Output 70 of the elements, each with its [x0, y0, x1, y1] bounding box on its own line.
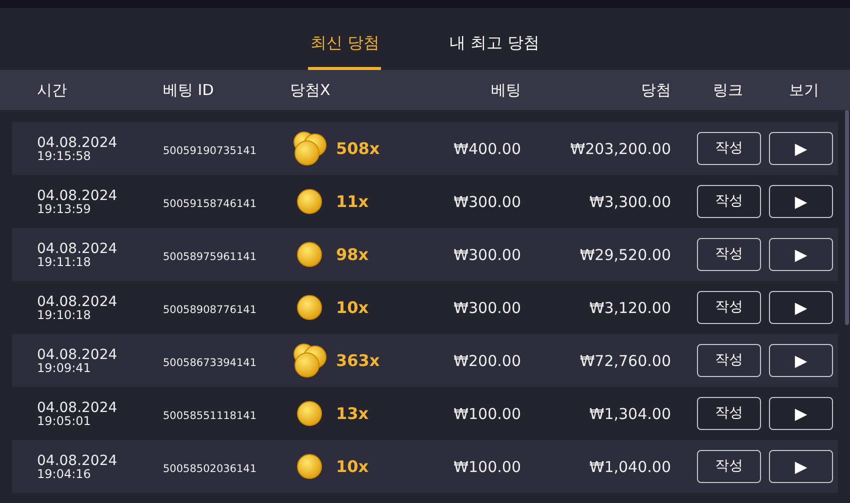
coin-icon: [296, 453, 322, 480]
write-link-button[interactable]: 작성: [697, 397, 761, 430]
multiplier: 98x: [336, 244, 369, 266]
bet-amount: ₩100.00: [454, 458, 521, 476]
date-text: 04.08.2024: [37, 294, 118, 308]
multiplier: 10x: [336, 296, 369, 318]
bet-id: 50058908776141: [163, 304, 257, 316]
bet-amount: ₩300.00: [454, 192, 521, 210]
win-amount: ₩203,200.00: [570, 140, 671, 158]
column-header: 시간: [37, 80, 67, 99]
win-amount: ₩1,304.00: [589, 404, 671, 422]
multiplier: 11x: [336, 190, 369, 212]
play-button[interactable]: ▶: [769, 185, 833, 218]
coin-icon: [296, 294, 322, 321]
bet-id: 50059190735141: [163, 144, 257, 156]
bet-amount: ₩300.00: [454, 298, 521, 316]
time-text: 19:11:18: [37, 256, 92, 268]
date-text: 04.08.2024: [37, 136, 118, 150]
time-text: 19:05:01: [37, 414, 92, 426]
column-header: 보기: [789, 80, 819, 99]
multiplier: 10x: [336, 456, 369, 478]
time-text: 19:09:41: [37, 362, 92, 374]
scrollbar[interactable]: [845, 110, 849, 325]
play-button[interactable]: ▶: [769, 450, 833, 483]
date-text: 04.08.2024: [37, 242, 118, 256]
column-header: 당첨X: [290, 80, 330, 99]
coin-icon: [296, 188, 322, 215]
write-link-button[interactable]: 작성: [697, 291, 761, 324]
column-header: 베팅: [491, 80, 521, 99]
bet-amount: ₩400.00: [454, 140, 521, 158]
coin-icon: [296, 400, 322, 427]
column-header: 베팅 ID: [163, 80, 214, 99]
bet-amount: ₩300.00: [454, 246, 521, 264]
time-text: 19:13:59: [37, 202, 92, 214]
write-link-button[interactable]: 작성: [697, 238, 761, 271]
bet-amount: ₩200.00: [454, 352, 521, 370]
date-text: 04.08.2024: [37, 400, 118, 414]
write-link-button[interactable]: 작성: [697, 185, 761, 218]
play-button[interactable]: ▶: [769, 238, 833, 271]
write-link-button[interactable]: 작성: [697, 344, 761, 377]
multiplier: 508x: [336, 138, 380, 160]
play-button[interactable]: ▶: [769, 291, 833, 324]
win-amount: ₩72,760.00: [580, 352, 671, 370]
bet-id: 50059158746141: [163, 198, 257, 210]
bet-id: 50058551118141: [163, 410, 257, 422]
multiplier: 13x: [336, 402, 369, 424]
date-text: 04.08.2024: [37, 188, 118, 202]
bet-id: 50058673394141: [163, 356, 257, 368]
play-button[interactable]: ▶: [769, 344, 833, 377]
play-button[interactable]: ▶: [769, 132, 833, 165]
multiplier: 363x: [336, 350, 380, 372]
bet-id: 50058502036141: [163, 462, 257, 474]
win-amount: ₩29,520.00: [580, 246, 671, 264]
write-link-button[interactable]: 작성: [697, 132, 761, 165]
play-button[interactable]: ▶: [769, 397, 833, 430]
bet-amount: ₩100.00: [454, 404, 521, 422]
coin-icon: [296, 241, 322, 268]
column-header: 링크: [713, 80, 743, 99]
time-text: 19:10:18: [37, 308, 92, 320]
date-text: 04.08.2024: [37, 348, 118, 362]
time-text: 19:04:16: [37, 468, 92, 480]
win-amount: ₩3,120.00: [589, 298, 671, 316]
bet-id: 50058975961141: [163, 250, 257, 262]
write-link-button[interactable]: 작성: [697, 450, 761, 483]
tab[interactable]: 내 최고 당첨: [447, 31, 542, 70]
win-amount: ₩1,040.00: [589, 458, 671, 476]
win-amount: ₩3,300.00: [589, 192, 671, 210]
column-header: 당첨: [641, 80, 671, 99]
time-text: 19:15:58: [37, 150, 92, 162]
date-text: 04.08.2024: [37, 454, 118, 468]
